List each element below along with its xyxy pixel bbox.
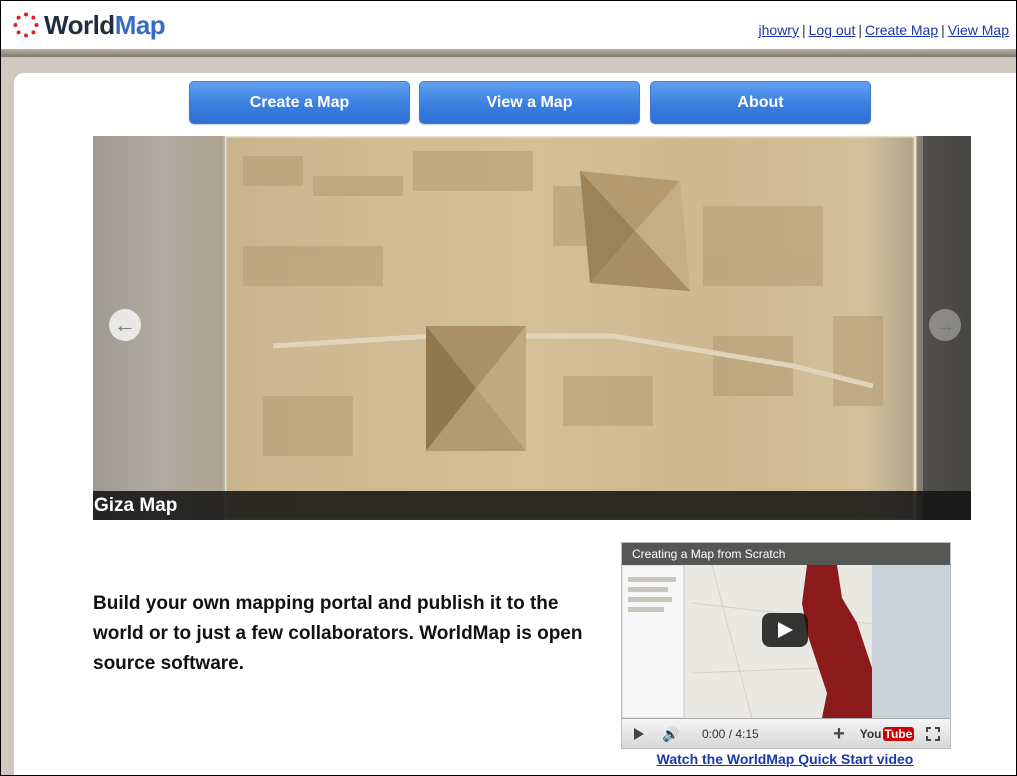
play-button[interactable] [628,722,650,746]
youtube-logo-button[interactable]: You Tube [859,722,915,746]
volume-button[interactable]: 🔊 [656,722,686,746]
next-slide-button[interactable]: → [929,309,961,341]
logo-text-map: Map [114,9,166,40]
view-map-link[interactable]: View Map [948,22,1009,38]
top-header: WorldMap jhowry | Log out | Create Map | View … [1,1,1016,49]
fullscreen-button[interactable] [922,722,944,746]
prev-slide-button[interactable]: ← [109,309,141,341]
username-link[interactable]: jhowry [759,22,799,38]
arrow-right-icon: → [934,312,956,337]
video-player[interactable]: Creating a Map from Scratch 🔊 0:00 / 4:1… [621,542,951,749]
create-map-link[interactable]: Create Map [865,22,938,38]
logout-link[interactable]: Log out [809,22,856,38]
slide-caption[interactable]: Giza Map [93,491,971,520]
fullscreen-icon [926,727,940,741]
add-to-button[interactable]: + [828,722,850,746]
create-a-map-button[interactable]: Create a Map [189,81,410,124]
volume-icon: 🔊 [662,725,680,742]
play-icon [634,728,644,740]
about-button[interactable]: About [650,81,871,124]
video-controls: 🔊 0:00 / 4:15 + You Tube [622,718,950,748]
giza-map-image [93,136,971,520]
youtube-logo-tube: Tube [882,727,915,741]
browser-frame: WorldMap jhowry | Log out | Create Map | View … [0,0,1017,776]
video-title: Creating a Map from Scratch [622,543,950,565]
header-divider [1,49,1016,57]
plus-icon: + [833,722,845,745]
view-a-map-button[interactable]: View a Map [419,81,640,124]
featured-map-slideshow[interactable]: ← → Giza Map [93,136,971,520]
logo-dots-icon [13,12,39,38]
user-links: jhowry | Log out | Create Map | View Map [758,22,1009,38]
intro-text: Build your own mapping portal and publis… [93,593,583,674]
worldmap-logo[interactable]: WorldMap [13,9,166,41]
play-icon [778,622,793,638]
play-overlay-button[interactable] [762,613,808,647]
youtube-logo-you: You [859,727,882,741]
video-time: 0:00 / 4:15 [702,727,759,741]
quick-start-video-link[interactable]: Watch the WorldMap Quick Start video [621,751,949,767]
logo-text-world: World [44,9,115,40]
arrow-left-icon: ← [114,312,136,337]
